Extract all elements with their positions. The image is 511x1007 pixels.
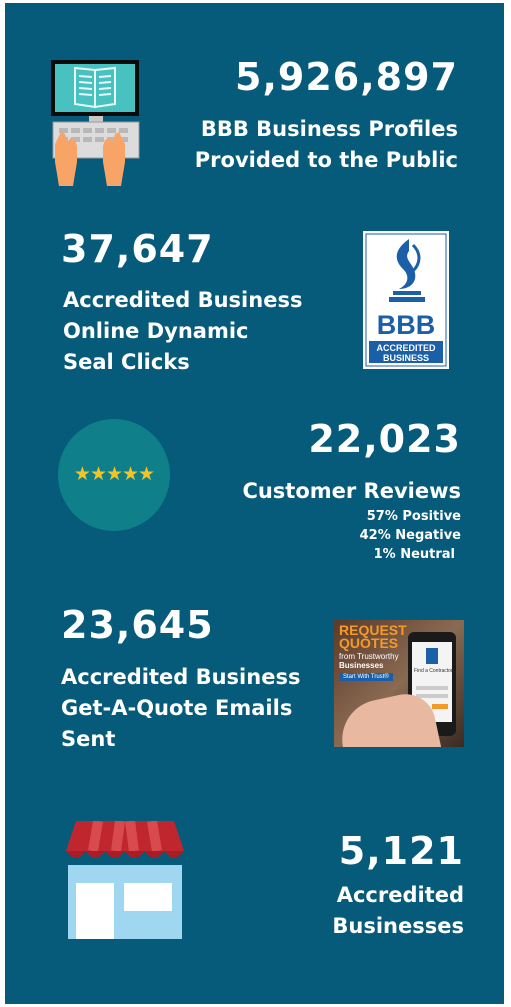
accredited-label-line: Accredited (336, 883, 464, 907)
quote-emails-count: 23,645 (61, 603, 214, 647)
profiles-label-line: Provided to the Public (194, 148, 458, 172)
accredited-label: Accredited Businesses (332, 880, 464, 942)
reviews-label: Customer Reviews (242, 479, 461, 503)
request-quotes-image: REQUEST QUOTES from Trustworthy Business… (334, 620, 464, 747)
seal-clicks-label-line: Seal Clicks (63, 350, 190, 374)
reviews-neutral: 1% Neutral (373, 547, 455, 562)
five-star-rating-icon: ★★★★★ (58, 419, 170, 531)
reviews-positive: 57% Positive (366, 509, 461, 524)
profiles-label-line: BBB Business Profiles (200, 117, 458, 141)
quote-headline-line: QUOTES (339, 635, 399, 651)
infographic-panel: 5,926,897 BBB Business Profiles Provided… (5, 3, 504, 1004)
storefront-icon (62, 820, 188, 939)
quote-subline-line: from Trustworthy (339, 652, 399, 661)
bbb-seal-icon: BBB ACCREDITED BUSINESS (363, 231, 449, 369)
quote-subline-line: Businesses (339, 661, 384, 670)
reviews-count: 22,023 (308, 417, 461, 461)
quote-emails-label-line: Accredited Business (61, 665, 301, 689)
reviews-negative: 42% Negative (359, 528, 461, 543)
accredited-label-line: Businesses (332, 914, 464, 938)
seal-clicks-label-line: Online Dynamic (63, 319, 249, 343)
profiles-label: BBB Business Profiles Provided to the Pu… (195, 114, 458, 176)
quote-headline: REQUEST QUOTES (339, 623, 407, 651)
star-row: ★★★★★ (73, 463, 155, 485)
bbb-badge-line: ACCREDITED (376, 343, 436, 353)
quote-emails-label: Accredited Business Get-A-Quote Emails S… (61, 662, 300, 755)
quote-emails-label-line: Get-A-Quote Emails (61, 696, 293, 720)
quote-subline: from Trustworthy Businesses (339, 652, 399, 670)
profiles-count: 5,926,897 (235, 55, 458, 99)
accredited-count: 5,121 (338, 829, 464, 873)
quote-tag: Start With Trust® (339, 673, 393, 681)
phone-caption: Find a Contractor (414, 668, 453, 674)
seal-clicks-label-line: Accredited Business (63, 288, 303, 312)
seal-clicks-count: 37,647 (61, 227, 214, 271)
quote-emails-label-line: Sent (61, 727, 116, 751)
seal-clicks-label: Accredited Business Online Dynamic Seal … (63, 285, 302, 378)
bbb-logo-text: BBB (377, 310, 436, 340)
phone-bbb-mark (426, 648, 438, 664)
bbb-badge-line: BUSINESS (383, 353, 429, 363)
reviews-breakdown: 57% Positive 42% Negative 1% Neutral (360, 507, 461, 564)
computer-reading-icon (49, 58, 145, 188)
